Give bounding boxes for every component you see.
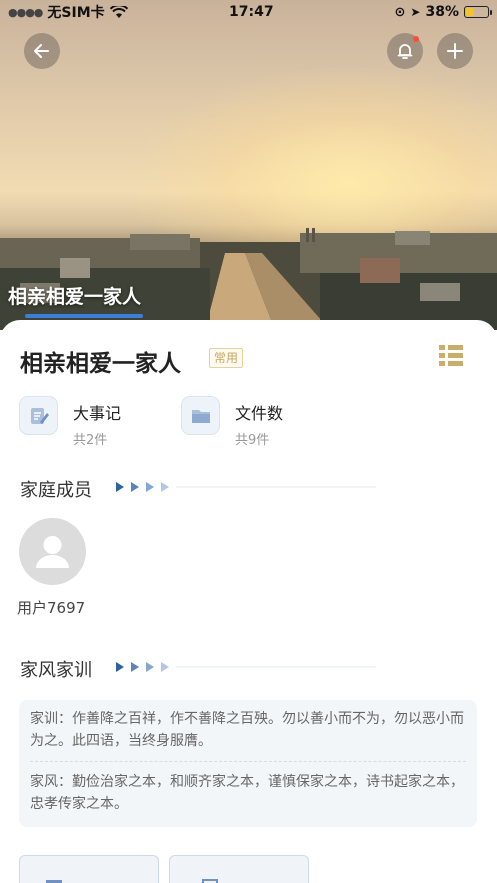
stat-events-count: 共2件 [73,433,108,448]
stat-files-count: 共9件 [235,433,270,448]
battery-percent: 38% [425,4,459,20]
edit-note-icon [19,396,58,435]
stat-files-label: 文件数 [235,404,284,423]
family-name: 相亲相爱一家人 [20,351,181,377]
status-time: 17:47 [229,4,274,20]
signal-icon: ●●●● [8,5,43,19]
section-arrows-icon [116,482,376,492]
bottom-action-button-1[interactable] [19,855,159,883]
motto-section-title: 家风家训 [20,660,92,681]
battery-icon [464,6,492,18]
plus-icon [447,43,463,59]
member-name: 用户7697 [17,599,86,617]
members-section-title: 家庭成员 [20,480,92,501]
motto-box: 家训：作善降之百祥，作不善降之百殃。勿以善小而不为，勿以恶小而为之。此四语，当终… [19,700,477,827]
family-tradition-text: 家风：勤俭治家之本，和顺齐家之本，谨慎保家之本，诗书起家之本，忠孝传家之本。 [30,774,464,812]
user-avatar-icon[interactable] [19,518,86,585]
wifi-icon [109,5,128,18]
hero-title: 相亲相爱一家人 [8,286,142,308]
hero-accent-line [25,314,143,318]
document-icon [46,880,62,883]
add-button[interactable] [437,33,473,69]
bell-icon [397,44,413,59]
arrow-left-icon [34,44,49,58]
orientation-lock-icon: ⊙ [394,4,406,20]
stat-events[interactable]: 大事记 共2件 [19,396,121,448]
family-instruction-text: 家训：作善降之百祥，作不善降之百殃。勿以善小而不为，勿以恶小而为之。此四语，当终… [30,711,464,749]
motto-divider [30,761,466,762]
status-bar: ●●●● 无SIM卡 17:47 ⊙ ➤ 38% [0,0,497,24]
list-icon[interactable] [437,343,465,367]
carrier-label: 无SIM卡 [47,5,105,21]
back-button[interactable] [24,33,60,69]
folder-icon [181,396,220,435]
bottom-action-button-2[interactable] [169,855,309,883]
location-icon: ➤ [410,5,421,19]
notification-button[interactable] [387,33,423,69]
notification-dot [413,36,419,42]
stat-events-label: 大事记 [73,404,122,423]
stat-files[interactable]: 文件数 共9件 [181,396,283,448]
section-arrows-icon [116,662,376,672]
bookmark-icon [202,879,218,883]
tag-badge: 常用 [209,348,244,368]
